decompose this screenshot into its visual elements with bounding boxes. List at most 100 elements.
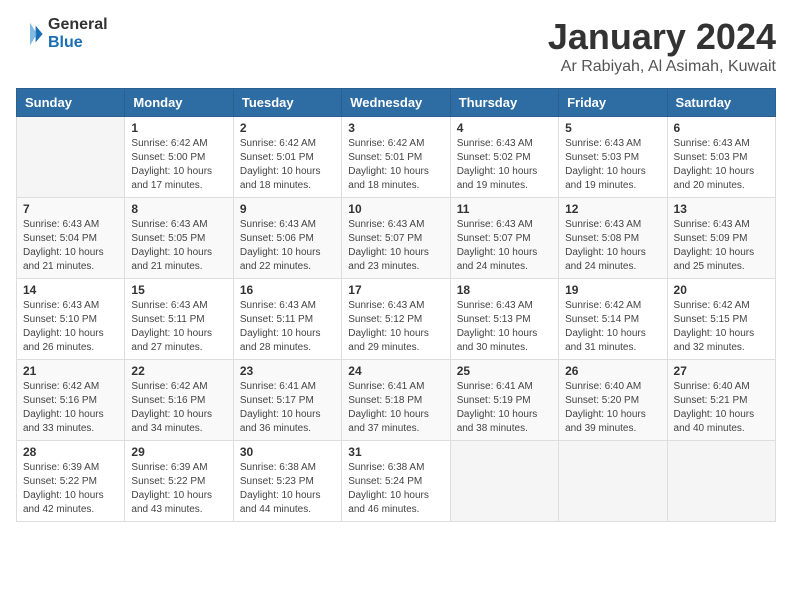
calendar-cell: 20Sunrise: 6:42 AMSunset: 5:15 PMDayligh… xyxy=(667,279,775,360)
calendar-cell: 8 Sunrise: 6:43 AMSunset: 5:05 PMDaylight… xyxy=(125,198,233,279)
day-number: 29 xyxy=(131,445,226,459)
day-info: Sunrise: 6:43 AMSunset: 5:03 PMDaylight:… xyxy=(565,137,660,193)
logo-general-text: General xyxy=(48,16,108,34)
calendar-cell: 31Sunrise: 6:38 AMSunset: 5:24 PMDayligh… xyxy=(342,441,450,522)
weekday-header-wednesday: Wednesday xyxy=(342,89,450,117)
day-info: Sunrise: 6:41 AMSunset: 5:18 PMDaylight:… xyxy=(348,380,443,436)
calendar-cell xyxy=(17,117,125,198)
calendar-cell: 16 Sunrise: 6:43 AMSunset: 5:11 PMDayligh… xyxy=(233,279,341,360)
calendar-week-2: 7 Sunrise: 6:43 AMSunset: 5:04 PMDaylight… xyxy=(17,198,776,279)
day-number: 5 xyxy=(565,121,660,135)
day-info: Sunrise: 6:38 AMSunset: 5:23 PMDaylight:… xyxy=(240,461,335,517)
day-number: 16 xyxy=(240,283,335,297)
day-number: 23 xyxy=(240,364,335,378)
calendar-cell: 3 Sunrise: 6:42 AMSunset: 5:01 PMDaylight… xyxy=(342,117,450,198)
day-number: 19 xyxy=(565,283,660,297)
day-info: Sunrise: 6:43 AMSunset: 5:05 PMDaylight:… xyxy=(131,218,226,274)
day-number: 22 xyxy=(131,364,226,378)
day-info: Sunrise: 6:43 AMSunset: 5:12 PMDaylight:… xyxy=(348,299,443,355)
logo-blue-text: Blue xyxy=(48,34,108,52)
day-number: 18 xyxy=(457,283,552,297)
logo-icon xyxy=(16,20,44,48)
calendar-cell xyxy=(667,441,775,522)
day-number: 12 xyxy=(565,202,660,216)
day-number: 15 xyxy=(131,283,226,297)
weekday-header-friday: Friday xyxy=(559,89,667,117)
day-number: 8 xyxy=(131,202,226,216)
logo: General Blue xyxy=(16,16,108,51)
day-info: Sunrise: 6:42 AMSunset: 5:01 PMDaylight:… xyxy=(348,137,443,193)
calendar-cell: 29Sunrise: 6:39 AMSunset: 5:22 PMDayligh… xyxy=(125,441,233,522)
weekday-header-thursday: Thursday xyxy=(450,89,558,117)
calendar-cell: 4 Sunrise: 6:43 AMSunset: 5:02 PMDaylight… xyxy=(450,117,558,198)
day-info: Sunrise: 6:43 AMSunset: 5:11 PMDaylight:… xyxy=(240,299,335,355)
calendar-cell: 23 Sunrise: 6:41 AMSunset: 5:17 PMDayligh… xyxy=(233,360,341,441)
calendar-cell: 5 Sunrise: 6:43 AMSunset: 5:03 PMDaylight… xyxy=(559,117,667,198)
calendar-week-5: 28Sunrise: 6:39 AMSunset: 5:22 PMDayligh… xyxy=(17,441,776,522)
day-number: 13 xyxy=(674,202,769,216)
calendar-week-3: 14 Sunrise: 6:43 AMSunset: 5:10 PMDayligh… xyxy=(17,279,776,360)
calendar-header-row: SundayMondayTuesdayWednesdayThursdayFrid… xyxy=(17,89,776,117)
calendar-cell: 9 Sunrise: 6:43 AMSunset: 5:06 PMDaylight… xyxy=(233,198,341,279)
calendar-cell: 15 Sunrise: 6:43 AMSunset: 5:11 PMDayligh… xyxy=(125,279,233,360)
day-number: 6 xyxy=(674,121,769,135)
day-info: Sunrise: 6:42 AMSunset: 5:16 PMDaylight:… xyxy=(23,380,118,436)
calendar-cell: 27 Sunrise: 6:40 AMSunset: 5:21 PMDayligh… xyxy=(667,360,775,441)
day-number: 17 xyxy=(348,283,443,297)
logo-text: General Blue xyxy=(48,16,108,51)
calendar-cell xyxy=(450,441,558,522)
day-number: 1 xyxy=(131,121,226,135)
day-number: 25 xyxy=(457,364,552,378)
calendar-cell: 28Sunrise: 6:39 AMSunset: 5:22 PMDayligh… xyxy=(17,441,125,522)
day-number: 21 xyxy=(23,364,118,378)
calendar-cell: 6Sunrise: 6:43 AMSunset: 5:03 PMDaylight… xyxy=(667,117,775,198)
day-info: Sunrise: 6:43 AMSunset: 5:06 PMDaylight:… xyxy=(240,218,335,274)
day-number: 3 xyxy=(348,121,443,135)
day-info: Sunrise: 6:43 AMSunset: 5:02 PMDaylight:… xyxy=(457,137,552,193)
calendar-cell: 25 Sunrise: 6:41 AMSunset: 5:19 PMDayligh… xyxy=(450,360,558,441)
day-number: 11 xyxy=(457,202,552,216)
day-info: Sunrise: 6:40 AMSunset: 5:21 PMDaylight:… xyxy=(674,380,769,436)
day-info: Sunrise: 6:43 AMSunset: 5:07 PMDaylight:… xyxy=(348,218,443,274)
month-title: January 2024 xyxy=(548,16,776,58)
day-number: 9 xyxy=(240,202,335,216)
calendar-cell: 17 Sunrise: 6:43 AMSunset: 5:12 PMDayligh… xyxy=(342,279,450,360)
calendar-cell: 30Sunrise: 6:38 AMSunset: 5:23 PMDayligh… xyxy=(233,441,341,522)
day-number: 14 xyxy=(23,283,118,297)
weekday-header-monday: Monday xyxy=(125,89,233,117)
day-number: 20 xyxy=(674,283,769,297)
title-block: January 2024 Ar Rabiyah, Al Asimah, Kuwa… xyxy=(548,16,776,76)
day-info: Sunrise: 6:41 AMSunset: 5:19 PMDaylight:… xyxy=(457,380,552,436)
page-header: General Blue January 2024 Ar Rabiyah, Al… xyxy=(16,16,776,76)
day-number: 10 xyxy=(348,202,443,216)
day-number: 26 xyxy=(565,364,660,378)
day-number: 28 xyxy=(23,445,118,459)
calendar-cell: 7 Sunrise: 6:43 AMSunset: 5:04 PMDaylight… xyxy=(17,198,125,279)
calendar-cell: 12 Sunrise: 6:43 AMSunset: 5:08 PMDayligh… xyxy=(559,198,667,279)
calendar-cell: 13Sunrise: 6:43 AMSunset: 5:09 PMDayligh… xyxy=(667,198,775,279)
day-info: Sunrise: 6:43 AMSunset: 5:13 PMDaylight:… xyxy=(457,299,552,355)
day-info: Sunrise: 6:41 AMSunset: 5:17 PMDaylight:… xyxy=(240,380,335,436)
location-title: Ar Rabiyah, Al Asimah, Kuwait xyxy=(548,58,776,76)
day-info: Sunrise: 6:43 AMSunset: 5:08 PMDaylight:… xyxy=(565,218,660,274)
day-number: 4 xyxy=(457,121,552,135)
calendar-cell: 19Sunrise: 6:42 AMSunset: 5:14 PMDayligh… xyxy=(559,279,667,360)
day-number: 2 xyxy=(240,121,335,135)
day-number: 24 xyxy=(348,364,443,378)
day-info: Sunrise: 6:43 AMSunset: 5:04 PMDaylight:… xyxy=(23,218,118,274)
weekday-header-sunday: Sunday xyxy=(17,89,125,117)
calendar-cell: 21 Sunrise: 6:42 AMSunset: 5:16 PMDayligh… xyxy=(17,360,125,441)
calendar-cell xyxy=(559,441,667,522)
day-info: Sunrise: 6:40 AMSunset: 5:20 PMDaylight:… xyxy=(565,380,660,436)
day-info: Sunrise: 6:42 AMSunset: 5:01 PMDaylight:… xyxy=(240,137,335,193)
day-number: 27 xyxy=(674,364,769,378)
calendar-week-1: 1Sunrise: 6:42 AMSunset: 5:00 PMDaylight… xyxy=(17,117,776,198)
day-info: Sunrise: 6:43 AMSunset: 5:10 PMDaylight:… xyxy=(23,299,118,355)
calendar-cell: 26 Sunrise: 6:40 AMSunset: 5:20 PMDayligh… xyxy=(559,360,667,441)
calendar-week-4: 21 Sunrise: 6:42 AMSunset: 5:16 PMDayligh… xyxy=(17,360,776,441)
weekday-header-saturday: Saturday xyxy=(667,89,775,117)
day-number: 7 xyxy=(23,202,118,216)
calendar-cell: 22Sunrise: 6:42 AMSunset: 5:16 PMDayligh… xyxy=(125,360,233,441)
day-number: 31 xyxy=(348,445,443,459)
day-info: Sunrise: 6:43 AMSunset: 5:11 PMDaylight:… xyxy=(131,299,226,355)
